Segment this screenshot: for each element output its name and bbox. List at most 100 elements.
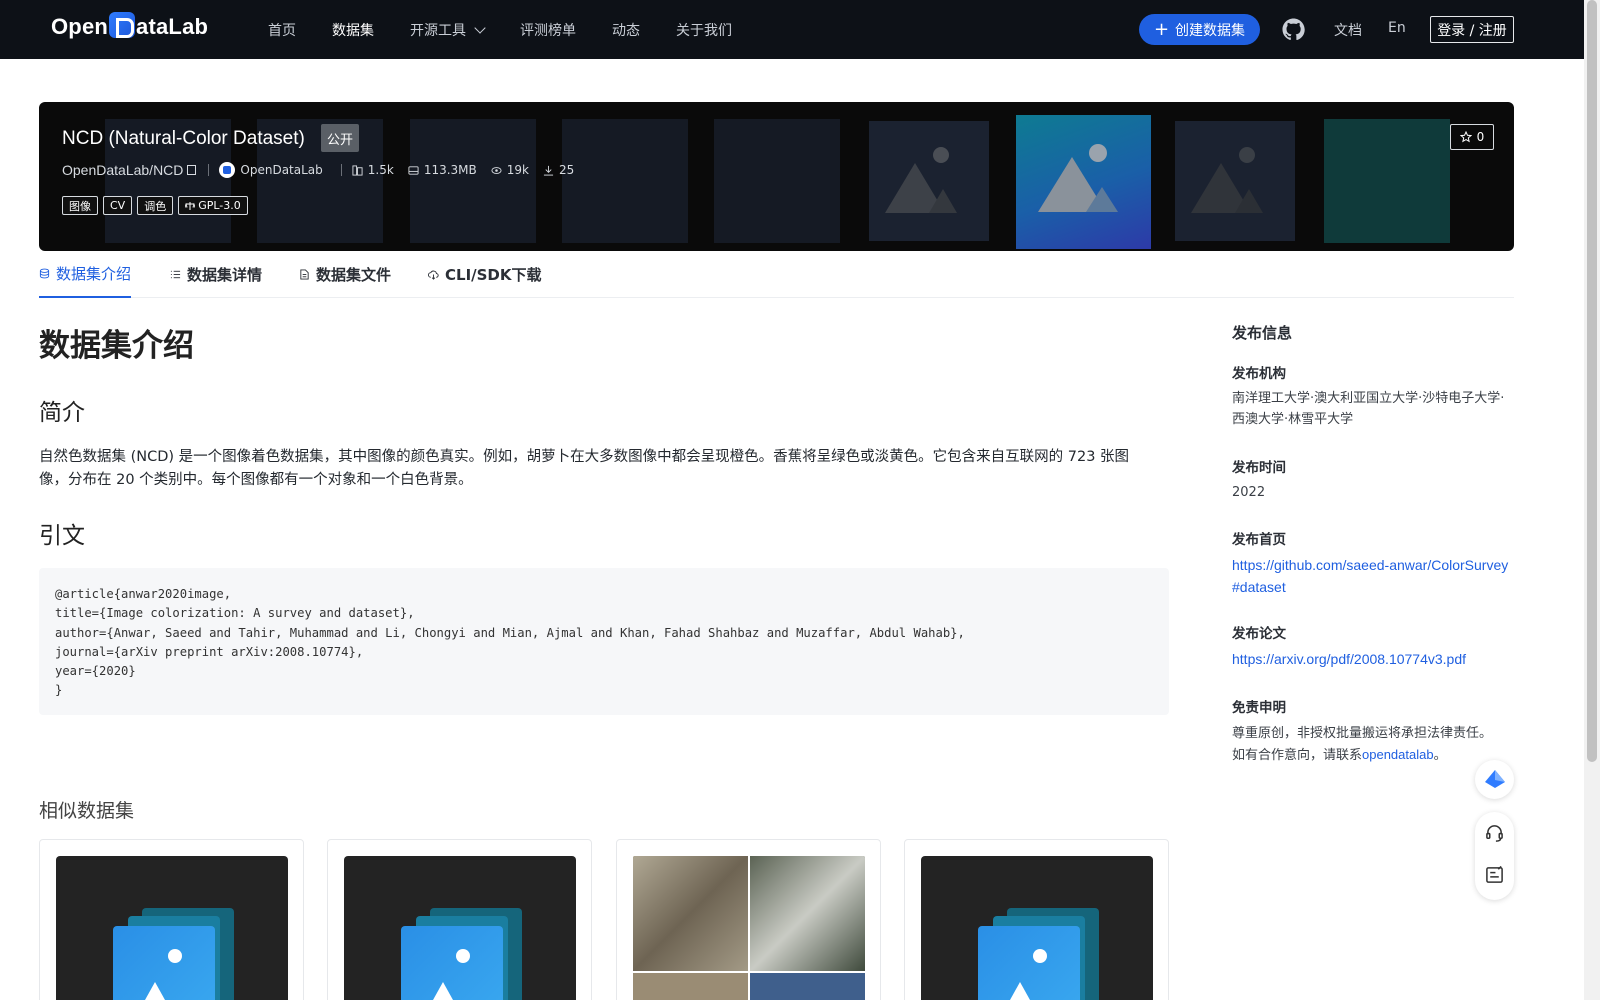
star-button[interactable]: 0: [1450, 124, 1494, 150]
top-navbar: Open ataLab 首页 数据集 开源工具 评测榜单 动态 关于我们 + 创建…: [0, 0, 1584, 59]
dataset-thumbnail: [921, 856, 1153, 1000]
similar-datasets-heading: 相似数据集: [39, 800, 135, 822]
nav-link-about[interactable]: 关于我们: [676, 20, 732, 40]
disclaimer-suffix: 。: [1433, 748, 1447, 763]
visibility-badge: 公开: [321, 124, 360, 152]
disclaimer-label: 免责申明: [1232, 700, 1286, 716]
tag-colorization[interactable]: 调色: [137, 196, 174, 215]
headset-icon[interactable]: [1485, 824, 1504, 843]
dataset-banner: NCD (Natural-Color Dataset) 公开 OpenDataL…: [39, 102, 1514, 251]
disclaimer-prefix: 如有合作意向，请联系: [1232, 748, 1363, 763]
dataset-thumbnail: [56, 856, 288, 1000]
file-icon: [300, 269, 309, 280]
login-register-button[interactable]: 登录 / 注册: [1430, 16, 1514, 43]
publish-time-value: 2022: [1232, 485, 1266, 500]
tab-details[interactable]: 数据集详情: [170, 251, 262, 298]
file-count-value: 1.5k: [367, 163, 394, 177]
tab-files-label: 数据集文件: [316, 266, 392, 284]
image-placeholder-icon: [1010, 949, 1047, 1000]
tag-license[interactable]: GPL-3.0: [178, 196, 248, 215]
image-placeholder-icon: [885, 147, 957, 213]
tab-details-label: 数据集详情: [187, 266, 263, 284]
license-label: GPL-3.0: [198, 199, 241, 212]
view-count: 19k: [491, 163, 529, 177]
nav-link-datasets[interactable]: 数据集: [332, 20, 374, 40]
database-icon: [39, 268, 50, 279]
nav-link-home[interactable]: 首页: [268, 20, 296, 40]
banner-tile: [410, 119, 536, 243]
homepage-label: 发布首页: [1232, 532, 1286, 548]
github-icon[interactable]: [1282, 18, 1305, 41]
disclaimer-contact: 如有合作意向，请联系opendatalab。: [1232, 744, 1516, 766]
contact-link[interactable]: opendatalab: [1362, 747, 1434, 762]
dataset-tabs: 数据集介绍 数据集详情 数据集文件 CLI/SDK下载: [39, 251, 1514, 298]
tab-cli-sdk-label: CLI/SDK下载: [445, 266, 542, 284]
nav-link-news[interactable]: 动态: [612, 20, 640, 40]
citation-code-block: @article{anwar2020image, title={Image co…: [39, 568, 1169, 715]
scale-icon: [185, 201, 196, 210]
image-placeholder-icon: [1191, 147, 1263, 213]
nav-docs-link[interactable]: 文档: [1334, 20, 1362, 40]
feedback-icon[interactable]: [1485, 865, 1504, 884]
tab-intro[interactable]: 数据集介绍: [39, 251, 132, 298]
chevron-down-icon: [474, 21, 486, 34]
sample-photo-grid: [633, 856, 865, 1000]
similar-dataset-card[interactable]: [616, 839, 881, 1000]
image-placeholder-icon: [1038, 144, 1118, 212]
files-icon: [352, 164, 363, 176]
floating-assistant-button[interactable]: [1475, 760, 1514, 799]
org-link[interactable]: OpenDataLab: [219, 162, 323, 178]
dataset-thumbnail: [344, 856, 576, 1000]
dataset-size: 113.3MB: [408, 163, 477, 177]
plus-icon: +: [1153, 18, 1170, 40]
dataset-meta-row: OpenDataLab/NCD OpenDataLab 1.5k 113.3MB…: [62, 162, 588, 178]
tag-cv[interactable]: CV: [103, 196, 133, 215]
nav-link-leaderboard[interactable]: 评测榜单: [520, 20, 576, 40]
publisher-label: 发布机构: [1232, 366, 1286, 382]
citation-heading: 引文: [39, 523, 85, 549]
dataset-title: NCD (Natural-Color Dataset): [62, 128, 305, 149]
image-placeholder-icon: [433, 949, 470, 1000]
image-placeholder-icon: [145, 949, 182, 1000]
paper-link[interactable]: https://arxiv.org/pdf/2008.10774v3.pdf: [1232, 651, 1466, 667]
copy-icon[interactable]: [187, 165, 197, 175]
cloud-download-icon: [428, 270, 439, 280]
logo-mark-icon: [109, 12, 136, 38]
banner-image-highlight: [1016, 115, 1151, 249]
star-icon: [1459, 131, 1472, 143]
paper-value: https://arxiv.org/pdf/2008.10774v3.pdf: [1232, 649, 1516, 671]
banner-tile: [562, 119, 688, 243]
nav-links: 首页 数据集 开源工具 评测榜单 动态 关于我们: [268, 0, 768, 59]
dataset-size-value: 113.3MB: [423, 163, 477, 177]
floating-toolbar: [1475, 812, 1514, 900]
language-switch[interactable]: En: [1388, 20, 1406, 36]
similar-dataset-card[interactable]: [327, 839, 592, 1000]
tag-list: 图像 CV 调色 GPL-3.0: [62, 196, 248, 215]
page-title: 数据集介绍: [39, 328, 194, 364]
nav-link-tools[interactable]: 开源工具: [410, 20, 486, 40]
opendatalab-logo[interactable]: Open ataLab: [51, 12, 208, 40]
org-name: OpenDataLab: [240, 163, 323, 177]
banner-tile: [714, 119, 840, 243]
intro-text: 自然色数据集 (NCD) 是一个图像着色数据集，其中图像的颜色真实。例如，胡萝卜…: [39, 449, 1130, 488]
homepage-link[interactable]: https://github.com/saeed-anwar/ColorSurv…: [1232, 557, 1508, 595]
tag-image[interactable]: 图像: [62, 196, 98, 215]
star-count: 0: [1476, 130, 1485, 144]
tab-cli-sdk[interactable]: CLI/SDK下载: [428, 251, 542, 298]
divider: [340, 164, 342, 176]
storage-icon: [408, 165, 419, 175]
create-dataset-button[interactable]: + 创建数据集: [1139, 14, 1260, 45]
file-count: 1.5k: [352, 163, 394, 177]
list-icon: [170, 270, 181, 279]
similar-dataset-card[interactable]: [904, 839, 1169, 1000]
dataset-thumbnail-photo: [633, 856, 865, 1000]
page-scrollbar-thumb[interactable]: [1587, 0, 1597, 762]
homepage-value: https://github.com/saeed-anwar/ColorSurv…: [1232, 555, 1516, 599]
tab-files[interactable]: 数据集文件: [299, 251, 391, 298]
tab-intro-label: 数据集介绍: [56, 265, 132, 283]
create-dataset-label: 创建数据集: [1175, 22, 1246, 39]
similar-dataset-card[interactable]: [39, 839, 304, 1000]
intro-heading: 简介: [39, 400, 85, 426]
repo-path: OpenDataLab/NCD: [62, 162, 184, 178]
publish-info-heading: 发布信息: [1232, 324, 1293, 342]
